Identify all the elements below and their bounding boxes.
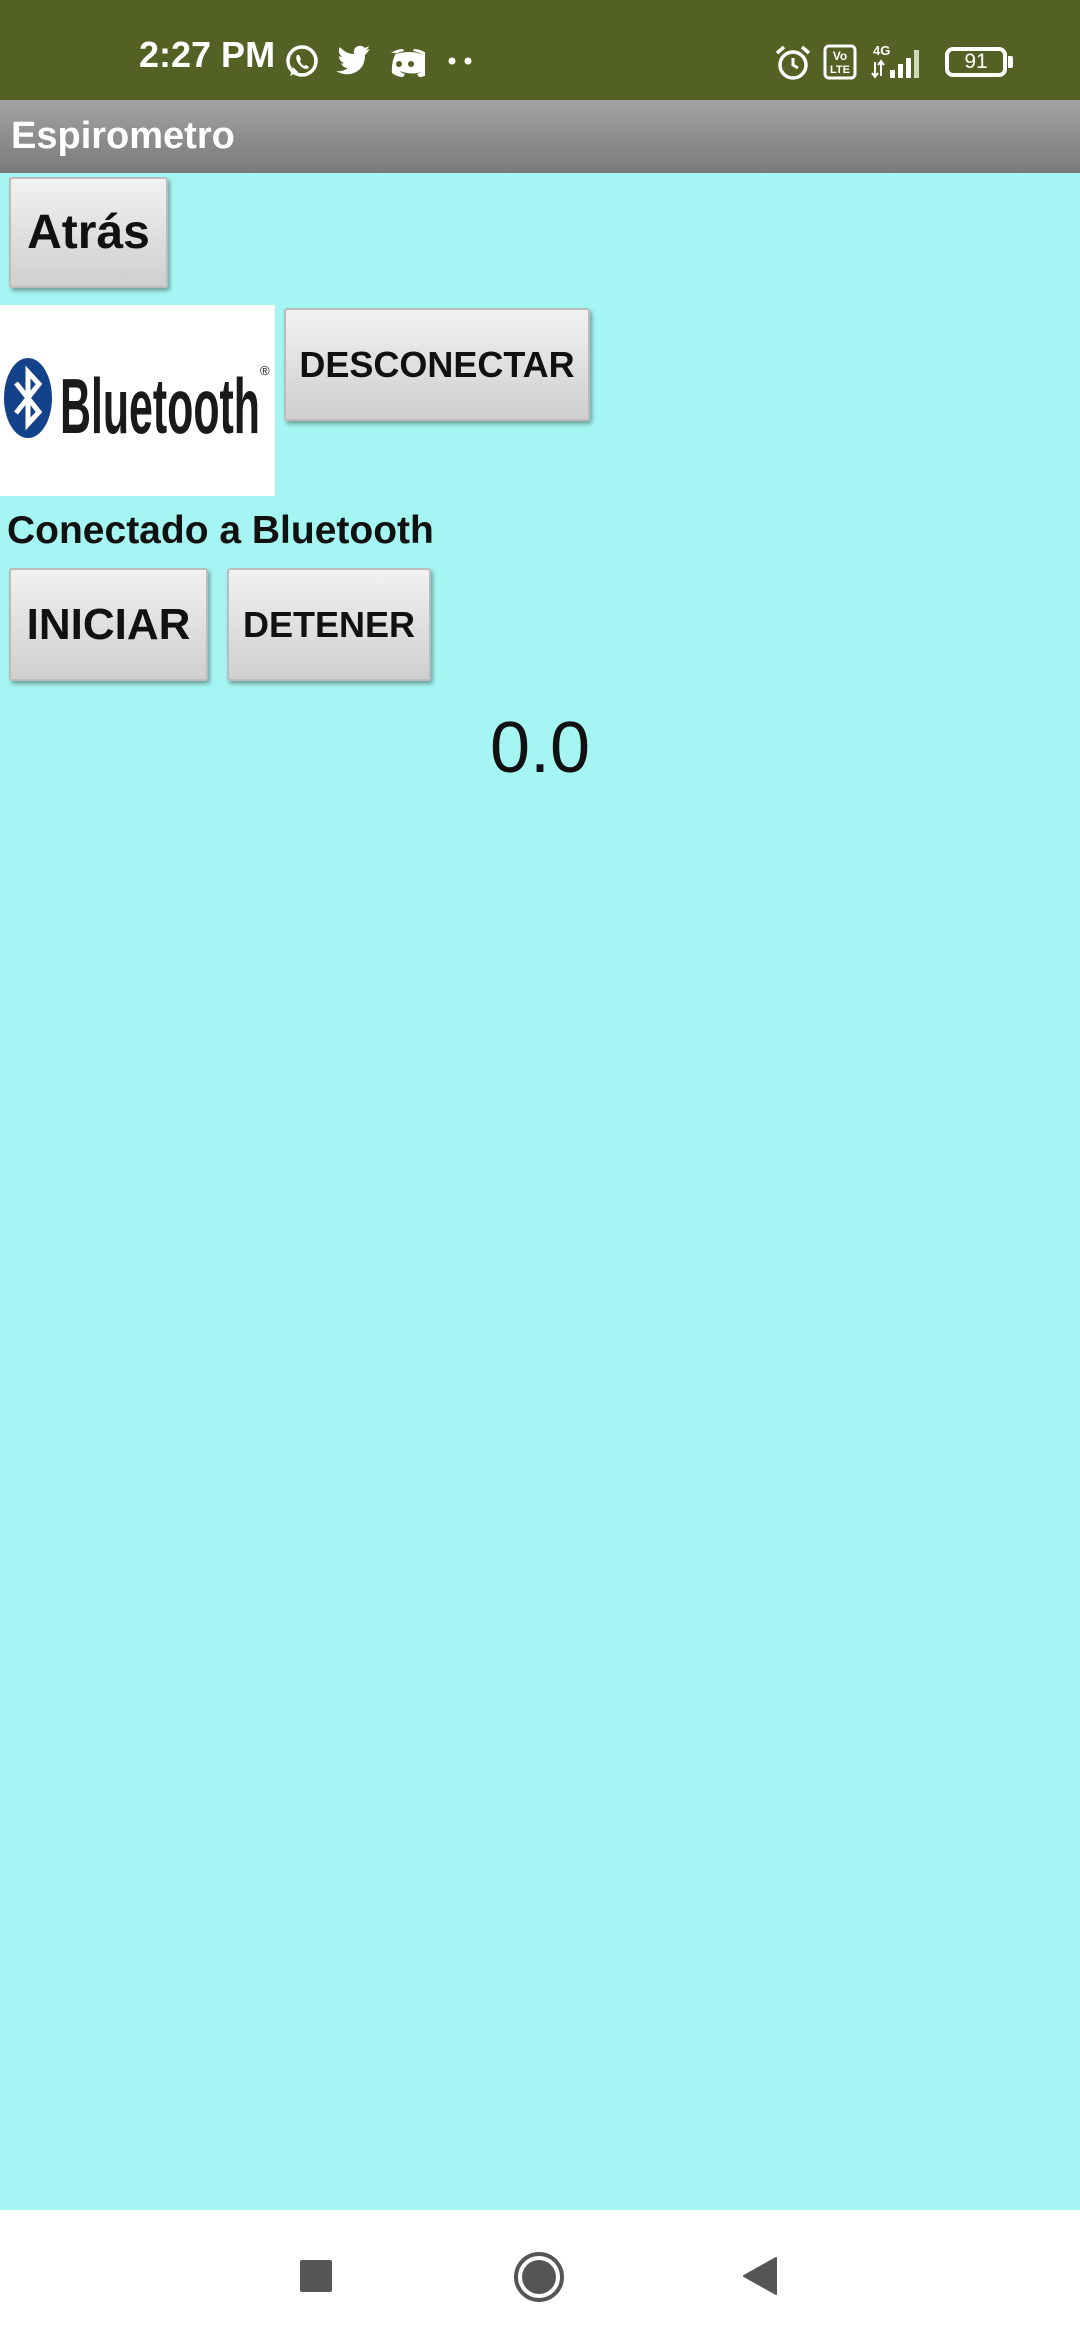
app-title: Espirometro: [11, 115, 235, 157]
bluetooth-logo-image: Bluetooth ®: [0, 305, 275, 496]
more-dots-icon: [448, 57, 472, 65]
disconnect-button[interactable]: DESCONECTAR: [284, 308, 590, 421]
start-button[interactable]: INICIAR: [9, 568, 208, 681]
app-title-bar: Espirometro: [0, 100, 1080, 173]
svg-text:®: ®: [260, 363, 270, 378]
back-button[interactable]: Atrás: [9, 177, 168, 288]
battery-cap: [1008, 56, 1013, 68]
battery-level: 91: [964, 50, 988, 73]
status-bar: 2:27 PM Vo LTE 4G 91: [0, 0, 1080, 100]
signal-4g-icon: 4G: [871, 43, 919, 79]
bluetooth-wordmark: Bluetooth ®: [60, 362, 270, 439]
discord-icon: [391, 49, 425, 77]
alarm-icon: [775, 45, 811, 80]
svg-text:Vo: Vo: [833, 49, 847, 63]
svg-text:4G: 4G: [873, 43, 890, 58]
svg-text:Bluetooth: Bluetooth: [60, 362, 260, 439]
navigation-bar: [0, 2210, 1080, 2340]
spirometer-reading: 0.0: [489, 708, 591, 788]
stop-button[interactable]: DETENER: [227, 568, 431, 681]
volte-icon: Vo LTE: [823, 44, 857, 80]
whatsapp-icon: [286, 45, 318, 77]
recent-apps-icon[interactable]: [297, 2257, 335, 2295]
home-icon[interactable]: [512, 2250, 566, 2304]
svg-text:LTE: LTE: [830, 64, 850, 76]
status-time: 2:27 PM: [139, 34, 276, 75]
connection-status-label: Conectado a Bluetooth: [7, 509, 434, 552]
back-icon[interactable]: [740, 2255, 780, 2297]
bluetooth-icon: [4, 358, 52, 438]
twitter-icon: [336, 45, 370, 75]
